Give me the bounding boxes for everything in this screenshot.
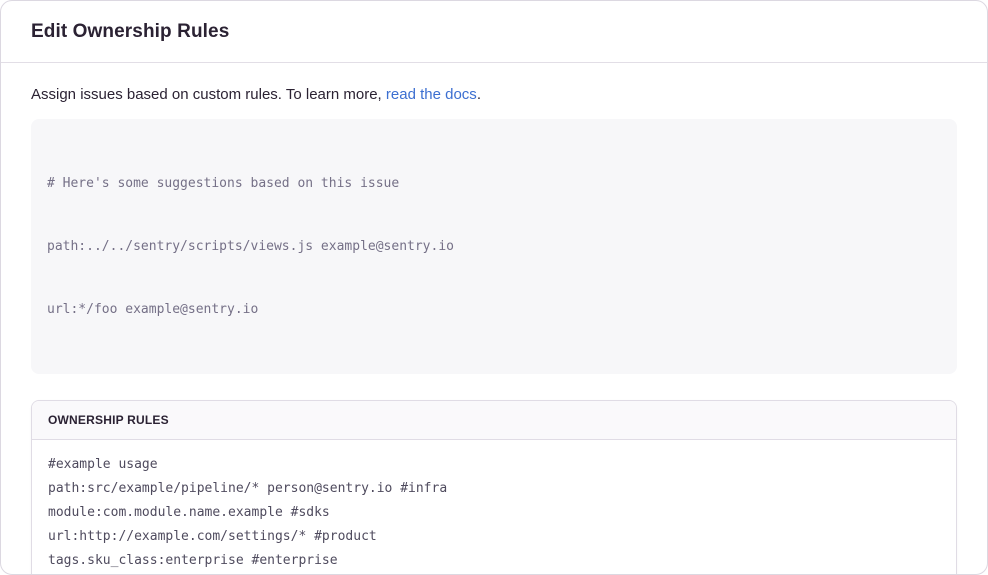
- modal-title: Edit Ownership Rules: [31, 21, 229, 43]
- description-prefix: Assign issues based on custom rules. To …: [31, 86, 386, 103]
- edit-ownership-rules-modal: Edit Ownership Rules Assign issues based…: [0, 0, 988, 575]
- suggestion-line: url:*/foo example@sentry.io: [47, 299, 941, 320]
- suggestion-line: # Here's some suggestions based on this …: [47, 173, 941, 194]
- modal-body: Assign issues based on custom rules. To …: [1, 63, 987, 575]
- ownership-rules-textarea[interactable]: #example usage path:src/example/pipeline…: [32, 440, 956, 575]
- suggestion-line: path:../../sentry/scripts/views.js examp…: [47, 236, 941, 257]
- modal-header: Edit Ownership Rules: [1, 1, 987, 63]
- description-text: Assign issues based on custom rules. To …: [31, 85, 957, 105]
- description-suffix: .: [477, 86, 481, 103]
- read-the-docs-link[interactable]: read the docs: [386, 86, 477, 103]
- ownership-rules-panel: OWNERSHIP RULES #example usage path:src/…: [31, 400, 957, 575]
- suggestions-code-block: # Here's some suggestions based on this …: [31, 119, 957, 374]
- ownership-rules-panel-header: OWNERSHIP RULES: [32, 401, 956, 440]
